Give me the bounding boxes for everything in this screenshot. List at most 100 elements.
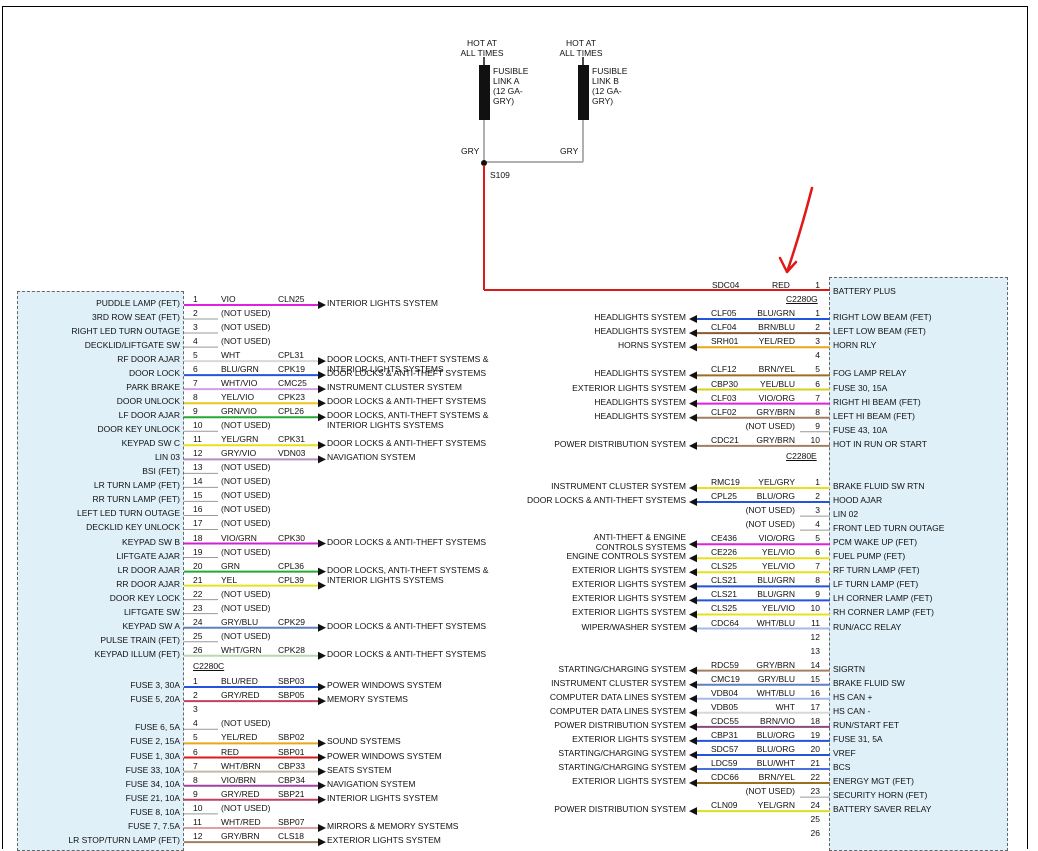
left-pin-label-c-3: FUSE 6, 5A xyxy=(135,722,180,733)
right-pin-label-g-2: HORN RLY xyxy=(833,340,877,351)
right-wire-color-e-19: BLU/ORG xyxy=(756,743,795,754)
left-pin-label-a-1: 3RD ROW SEAT (FET) xyxy=(92,312,180,323)
right-wire-color-e-4: VIO/ORG xyxy=(758,533,795,544)
left-wire-color-c-10: WHT/RED xyxy=(221,817,261,827)
right-pin-number-e-23: 24 xyxy=(810,800,820,811)
right-pin-number-e-10: 11 xyxy=(811,617,820,628)
right-pin-label-g-9: HOT IN RUN OR START xyxy=(833,438,927,449)
left-wire-color-a-7: YEL/VIO xyxy=(221,392,255,403)
connector-c2280c: C2280C xyxy=(193,661,225,671)
right-src-g-5: EXTERIOR LIGHTS SYSTEM xyxy=(572,382,686,393)
right-arrow-e-8 xyxy=(689,596,697,605)
right-pin-number-e-7: 8 xyxy=(815,575,820,586)
right-src-e-10: WIPER/WASHER SYSTEM xyxy=(581,621,686,632)
right-pin-number-e-15: 16 xyxy=(810,687,820,698)
left-not-used-a-3: (NOT USED) xyxy=(221,336,271,347)
right-pin-number-e-2: 3 xyxy=(815,505,820,516)
left-pin-number-c-10: 11 xyxy=(193,817,202,827)
right-arrow-g-2 xyxy=(689,343,697,352)
left-not-used-a-14: (NOT USED) xyxy=(221,490,271,501)
right-arrow-g-4 xyxy=(689,371,697,380)
right-pin-number-e-17: 18 xyxy=(810,715,820,726)
left-arrow-a-19 xyxy=(318,567,326,576)
right-pin-label-e-20: BCS xyxy=(833,762,851,772)
left-pin-label-c-7: FUSE 34, 10A xyxy=(125,778,180,789)
left-pin-number-c-9: 10 xyxy=(193,802,203,813)
right-pin-label-e-8: LH CORNER LAMP (FET) xyxy=(833,593,933,604)
left-pin-number-a-18: 19 xyxy=(193,546,203,557)
left-pin-label-a-18: LIFTGATE AJAR xyxy=(116,550,180,561)
left-arrow-a-6 xyxy=(318,385,326,394)
fusible-link-b xyxy=(578,65,589,120)
right-arrow-e-17 xyxy=(689,722,697,731)
right-wire-color-e-0: YEL/GRY xyxy=(758,477,795,487)
left-dest-c-8: INTERIOR LIGHTS SYSTEM xyxy=(327,792,438,803)
right-arrow-e-4 xyxy=(689,540,697,549)
left-dest-a-0: INTERIOR LIGHTS SYSTEM xyxy=(327,298,438,308)
right-wire-color-e-10: WHT/BLU xyxy=(756,617,795,628)
left-pin-label-a-3: DECKLID/LIFTGATE SW xyxy=(84,340,180,351)
left-dest-a-6: INSTRUMENT CLUSTER SYSTEM xyxy=(327,382,462,393)
left-pin-label-c-1: FUSE 5, 20A xyxy=(130,694,180,705)
right-circuit-g-6: CLF03 xyxy=(711,392,737,403)
left-pin-label-a-6: PARK BRAKE xyxy=(126,382,180,393)
left-dest-c-10: MIRRORS & MEMORY SYSTEMS xyxy=(327,821,459,831)
left-pin-label-a-16: DECKLID KEY UNLOCK xyxy=(86,522,180,533)
right-pin-label-e-4: PCM WAKE UP (FET) xyxy=(833,537,918,548)
wire-color-red: RED xyxy=(772,280,790,290)
left-pin-number-a-14: 15 xyxy=(193,490,203,501)
left-dest-c-1: MEMORY SYSTEMS xyxy=(327,694,408,705)
right-circuit-e-17: CDC55 xyxy=(711,715,739,726)
right-pin-label-g-4: FOG LAMP RELAY xyxy=(833,368,907,379)
right-src-e-6: EXTERIOR LIGHTS SYSTEM xyxy=(572,565,686,576)
left-pin-label-a-10: KEYPAD SW C xyxy=(121,438,180,449)
right-pin-number-e-9: 10 xyxy=(810,603,820,614)
left-circuit-a-19: CPL36 xyxy=(278,560,304,571)
left-pin-number-a-5: 6 xyxy=(193,364,198,375)
fusible-link-a xyxy=(479,65,490,120)
left-circuit-a-23: CPK29 xyxy=(278,616,305,627)
left-pin-label-a-25: KEYPAD ILLUM (FET) xyxy=(94,648,180,659)
right-pin-number-g-4: 5 xyxy=(815,364,820,375)
left-pin-number-c-2: 3 xyxy=(193,704,198,715)
left-pin-label-c-9: FUSE 8, 10A xyxy=(130,806,180,817)
left-dest-c-6: SEATS SYSTEM xyxy=(327,764,392,775)
left-arrow-a-17 xyxy=(318,539,326,548)
left-circuit-a-7: CPK23 xyxy=(278,392,305,403)
right-pin-label-e-5: FUEL PUMP (FET) xyxy=(833,551,906,562)
right-circuit-e-1: CPL25 xyxy=(711,491,737,502)
splice-label: S109 xyxy=(490,170,510,180)
right-wire-color-g-2: YEL/RED xyxy=(758,336,795,347)
right-arrow-e-5 xyxy=(689,554,697,563)
left-pin-number-c-11: 12 xyxy=(193,831,203,842)
left-pin-number-a-8: 9 xyxy=(193,406,198,417)
left-pin-label-a-11: LIN 03 xyxy=(154,452,180,463)
left-pin-number-a-4: 5 xyxy=(193,350,198,361)
right-circuit-e-14: CMC19 xyxy=(711,673,740,684)
right-pin-number-e-16: 17 xyxy=(810,701,820,712)
right-arrow-e-13 xyxy=(689,666,697,675)
left-dest-c-11: EXTERIOR LIGHTS SYSTEM xyxy=(327,835,441,846)
right-pin-label-e-9: RH CORNER LAMP (FET) xyxy=(833,607,934,618)
left-wire-color-a-4: WHT xyxy=(221,350,241,361)
right-pin-label-g-0: RIGHT LOW BEAM (FET) xyxy=(833,312,932,322)
left-pin-label-a-4: RF DOOR AJAR xyxy=(117,354,180,365)
right-circuit-e-6: CLS25 xyxy=(711,561,737,572)
left-arrow-c-4 xyxy=(318,739,326,748)
left-pin-number-a-16: 17 xyxy=(193,518,203,529)
right-pin-number-e-19: 20 xyxy=(810,743,820,754)
right-pin-number-e-21: 22 xyxy=(810,772,820,783)
right-src-e-23: POWER DISTRIBUTION SYSTEM xyxy=(554,804,686,815)
left-pin-number-a-22: 23 xyxy=(193,602,203,613)
right-src-g-4: HEADLIGHTS SYSTEM xyxy=(594,368,686,379)
left-pin-number-a-17: 18 xyxy=(193,532,203,543)
right-pin-label-e-6: RF TURN LAMP (FET) xyxy=(833,565,920,576)
right-wire-color-g-9: GRY/BRN xyxy=(756,434,795,445)
left-arrow-a-25 xyxy=(318,651,326,660)
right-circuit-e-19: SDC57 xyxy=(711,743,739,754)
left-pin-number-a-13: 14 xyxy=(193,476,203,487)
right-pin-label-e-7: LF TURN LAMP (FET) xyxy=(833,579,919,590)
right-wire-color-e-5: YEL/VIO xyxy=(761,547,795,558)
right-pin-number-g-6: 7 xyxy=(815,392,820,403)
left-dest-c-7: NAVIGATION SYSTEM xyxy=(327,778,416,789)
